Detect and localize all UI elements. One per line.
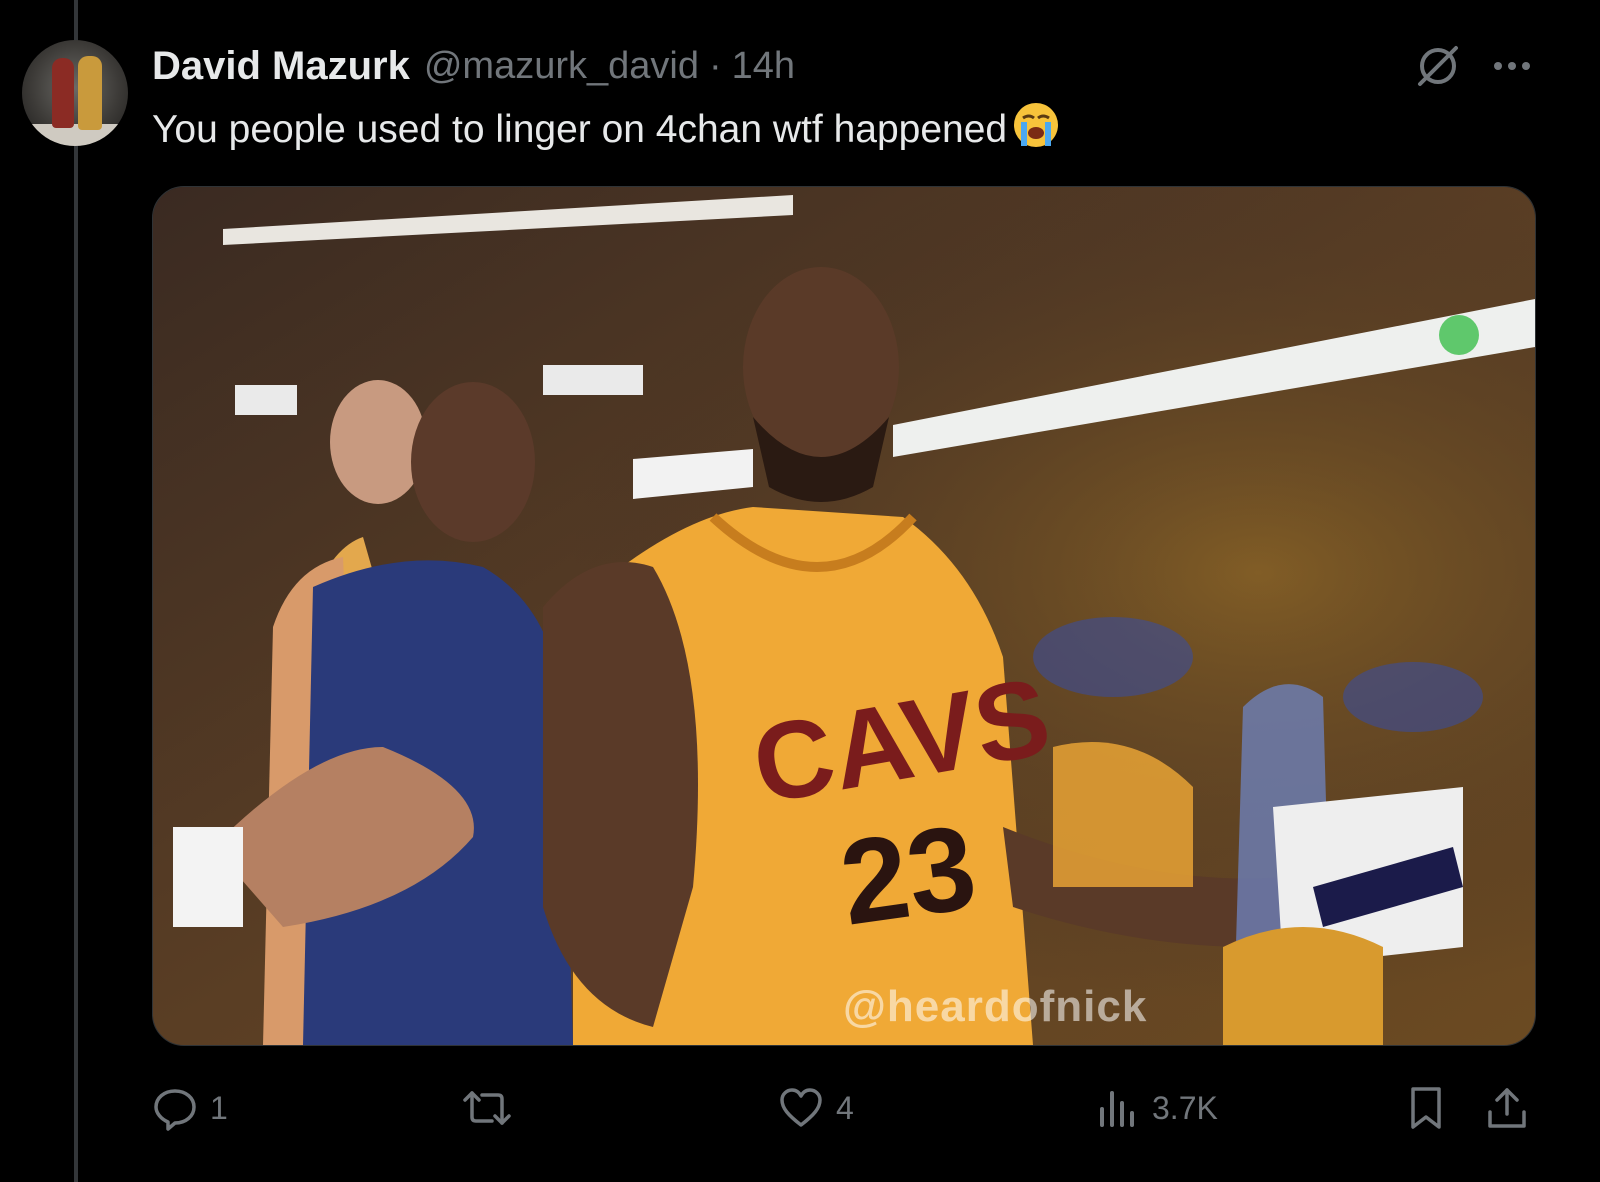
author-handle[interactable]: @mazurk_david [424,45,699,88]
reply-button[interactable]: 1 [152,1078,228,1138]
reply-icon [154,1089,196,1131]
repost-button[interactable] [462,1078,524,1138]
views-count: 3.7K [1152,1089,1218,1126]
views-button[interactable]: 3.7K [1094,1078,1218,1138]
views-icon [1100,1091,1134,1127]
crying-face-emoji [1011,100,1061,164]
more-icon[interactable] [1486,40,1538,92]
reply-count: 1 [210,1089,228,1126]
gif-image: CAVS 23 [153,187,1535,1045]
heart-icon [780,1088,822,1127]
like-button[interactable]: 4 [778,1078,854,1138]
tweet-header: David Mazurk @mazurk_david · 14h [152,40,795,92]
bookmark-button[interactable] [1404,1078,1460,1138]
tweet-text-content: You people used to linger on 4chan wtf h… [152,108,1008,151]
action-bar: 1 4 3.7K [152,1078,1540,1138]
thread-line [74,0,78,1182]
tweet-media-gif[interactable]: CAVS 23 @heardofnick [152,186,1536,1046]
separator: · [709,44,722,87]
gif-watermark: @heardofnick [843,982,1148,1031]
grok-icon[interactable] [1412,40,1464,92]
jersey-number: 23 [833,800,984,951]
timestamp[interactable]: 14h [732,45,795,88]
repost-icon [463,1091,511,1125]
bookmark-icon [1411,1087,1441,1129]
tweet-text: You people used to linger on 4chan wtf h… [152,100,1061,164]
share-button[interactable] [1484,1078,1542,1138]
like-count: 4 [836,1089,854,1126]
author-name[interactable]: David Mazurk [152,44,410,89]
avatar[interactable] [22,40,128,146]
share-icon [1488,1088,1526,1128]
